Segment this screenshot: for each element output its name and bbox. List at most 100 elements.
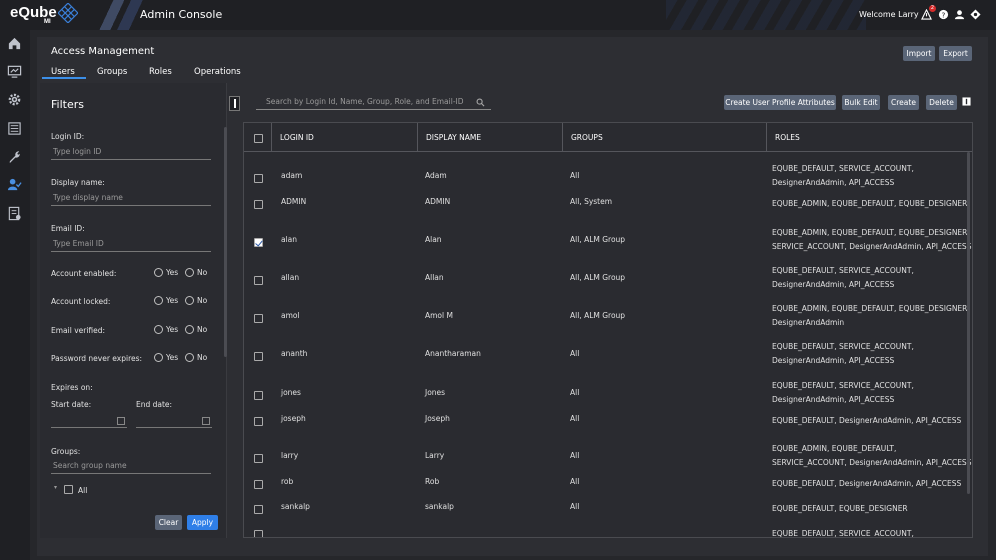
export-button[interactable]: Export (939, 46, 972, 61)
groups-cell: All, ALM Group (570, 235, 626, 244)
email-verified-label: Email verified: (51, 326, 106, 335)
groups-cell: All, System (570, 197, 613, 206)
column-login-id[interactable]: LOGIN ID (272, 123, 418, 152)
groups-label: Groups: (51, 447, 81, 456)
display-name-cell: Anantharaman (425, 349, 481, 358)
row-checkbox[interactable] (254, 174, 263, 183)
display-name-cell: Alan (425, 235, 442, 244)
login-id-cell: jones (281, 388, 301, 397)
account-locked-yes-radio[interactable] (154, 296, 163, 305)
column-display-name[interactable]: DISPLAY NAME (418, 123, 563, 152)
account-enabled-no-radio[interactable] (185, 268, 194, 277)
wrench-icon[interactable] (7, 149, 22, 164)
column-groups[interactable]: GROUPS (563, 123, 767, 152)
row-checkbox[interactable] (254, 200, 263, 209)
password-never-expires-label: Password never expires: (51, 354, 143, 363)
roles-line: EQUBE_ADMIN, EQUBE_DEFAULT, EQUBE_DESIGN… (772, 199, 968, 208)
roles-cell: EQUBE_DEFAULT, SERVICE_ACCOUNT, DesignerA… (772, 340, 972, 367)
column-roles[interactable]: ROLES (767, 123, 972, 152)
start-date-input[interactable] (51, 414, 127, 428)
login-id-input[interactable]: Type login ID (51, 146, 211, 160)
row-checkbox[interactable] (254, 505, 263, 514)
settings-diamond-icon[interactable] (970, 9, 981, 20)
home-icon[interactable] (7, 36, 22, 51)
groups-cell: All, ALM Group (570, 311, 626, 320)
row-checkbox[interactable] (254, 352, 263, 361)
calendar-icon[interactable] (202, 417, 210, 425)
tab-groups[interactable]: Groups (97, 67, 127, 77)
email-verified-no-radio[interactable] (185, 325, 194, 334)
tab-operations[interactable]: Operations (194, 67, 241, 77)
groups-cell: All (570, 388, 580, 397)
monitor-icon[interactable] (7, 64, 22, 79)
groups-cell: All (570, 451, 580, 460)
display-name-cell: Joseph (425, 414, 450, 423)
group-all-label: All (78, 486, 88, 495)
row-checkbox[interactable] (254, 454, 263, 463)
report-icon[interactable] (7, 206, 22, 221)
roles-cell: EQUBE_DEFAULT, SERVICE_ACCOUNT, (772, 527, 972, 537)
account-locked-no-label: No (197, 296, 208, 305)
password-never-expires-yes-radio[interactable] (154, 353, 163, 362)
row-checkbox[interactable] (254, 417, 263, 426)
tab-users[interactable]: Users (51, 67, 75, 77)
create-user-profile-attributes-button[interactable]: Create User Profile Attributes (724, 95, 836, 110)
roles-line: DesignerAndAdmin, API_ACCESS (772, 355, 895, 365)
row-checkbox[interactable] (254, 391, 263, 400)
account-locked-no-radio[interactable] (185, 296, 194, 305)
email-id-input[interactable]: Type Email ID (51, 238, 211, 252)
roles-cell: EQUBE_DEFAULT, SERVICE_ACCOUNT, DesignerA… (772, 264, 972, 291)
create-button[interactable]: Create (888, 95, 919, 110)
account-enabled-label: Account enabled: (51, 269, 117, 278)
account-locked-label: Account locked: (51, 297, 111, 306)
page-title: Access Management (51, 46, 155, 57)
email-id-label: Email ID: (51, 224, 85, 233)
login-id-cell: alan (281, 235, 298, 244)
table-scrollbar[interactable] (967, 152, 970, 494)
email-verified-yes-radio[interactable] (154, 325, 163, 334)
account-locked-yes-label: Yes (166, 296, 179, 305)
user-check-icon[interactable] (7, 177, 22, 192)
help-icon[interactable]: ? (938, 9, 949, 20)
chevron-down-icon[interactable]: ▾ (54, 484, 57, 491)
account-enabled-yes-radio[interactable] (154, 268, 163, 277)
row-checkbox[interactable] (254, 314, 263, 323)
list-icon[interactable] (7, 121, 22, 136)
user-icon[interactable] (954, 9, 965, 20)
filters-title: Filters (51, 98, 84, 111)
row-checkbox[interactable] (254, 238, 263, 247)
row-checkbox[interactable] (254, 530, 263, 537)
roles-cell: EQUBE_ADMIN, EQUBE_DEFAULT, EQUBE_DESIGN… (772, 226, 972, 253)
roles-line: EQUBE_DEFAULT, SERVICE_ACCOUNT, (772, 164, 914, 173)
tab-roles[interactable]: Roles (149, 67, 172, 77)
end-date-label: End date: (136, 400, 173, 409)
filters-scrollbar[interactable] (224, 127, 227, 357)
row-checkbox[interactable] (254, 276, 263, 285)
import-button[interactable]: Import (903, 46, 935, 61)
row-checkbox[interactable] (254, 480, 263, 489)
clear-button[interactable]: Clear (155, 515, 182, 530)
user-search-input[interactable]: Search by Login Id, Name, Group, Role, a… (256, 95, 491, 110)
collapse-filters-button[interactable] (229, 96, 240, 111)
gear-icon[interactable] (7, 92, 22, 107)
apply-button[interactable]: Apply (187, 515, 218, 530)
search-icon[interactable] (476, 98, 485, 107)
info-icon[interactable] (962, 97, 971, 106)
top-bar: eQube MI Admin Console Welcome Larry 2 ? (0, 0, 996, 30)
roles-cell: EQUBE_DEFAULT, EQUBE_DESIGNER (772, 502, 972, 516)
bulk-edit-button[interactable]: Bulk Edit (842, 95, 880, 110)
table-header: LOGIN ID DISPLAY NAME GROUPS ROLES (244, 123, 972, 152)
group-search-input[interactable]: Search group name (51, 460, 211, 474)
groups-cell: All (570, 171, 580, 180)
select-all-checkbox[interactable] (254, 134, 263, 143)
roles-line: EQUBE_DEFAULT, EQUBE_DESIGNER (772, 504, 908, 513)
group-all-checkbox[interactable] (64, 485, 73, 494)
password-never-expires-no-radio[interactable] (185, 353, 194, 362)
end-date-input[interactable] (136, 414, 212, 428)
display-name-cell: Jones (425, 388, 446, 397)
calendar-icon[interactable] (117, 417, 125, 425)
roles-line: SERVICE_ACCOUNT, DesignerAndAdmin, API_A… (772, 457, 972, 467)
roles-line: DesignerAndAdmin, API_ACCESS (772, 177, 895, 187)
display-name-input[interactable]: Type display name (51, 192, 211, 206)
delete-button[interactable]: Delete (926, 95, 957, 110)
